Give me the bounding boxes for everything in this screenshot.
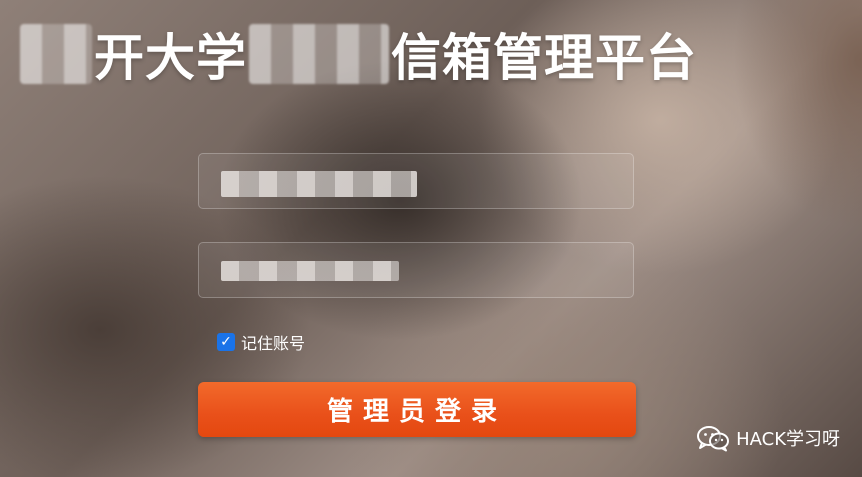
title-part-2: 信箱管理平台 [391, 29, 697, 87]
admin-login-button[interactable]: 管理员登录 [198, 382, 636, 437]
redacted-username [221, 171, 417, 197]
watermark: HACK学习呀 [696, 424, 840, 452]
redacted-password [221, 261, 399, 281]
remember-account[interactable]: ✓ 记住账号 [217, 330, 305, 354]
remember-label: 记住账号 [241, 334, 306, 353]
page-title: 开大学 信箱管理平台 [20, 14, 697, 94]
redacted-text [249, 24, 389, 84]
watermark-text: HACK学习呀 [736, 429, 840, 450]
remember-checkbox[interactable]: ✓ [217, 333, 235, 351]
password-field[interactable] [198, 242, 634, 298]
username-field[interactable] [198, 153, 634, 209]
title-part-1: 开大学 [94, 29, 247, 87]
redacted-text [20, 24, 92, 84]
wechat-icon [697, 426, 730, 452]
